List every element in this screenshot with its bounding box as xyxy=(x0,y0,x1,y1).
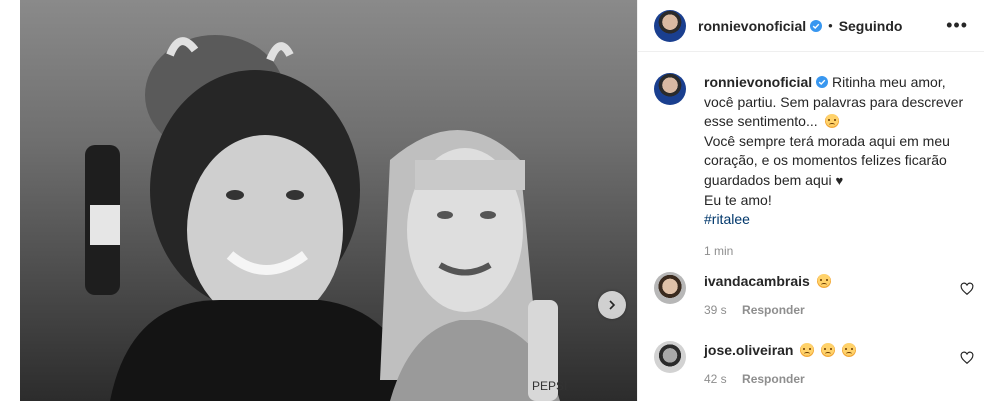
sad-face-icon xyxy=(800,343,815,357)
reply-button[interactable]: Responder xyxy=(742,303,805,317)
black-heart-icon: ♥ xyxy=(835,172,844,188)
post-caption: ronnievonoficial Ritinha meu amor, você … xyxy=(654,73,974,261)
commenter-avatar[interactable] xyxy=(654,341,686,373)
comment-username[interactable]: ivandacambrais xyxy=(704,273,810,289)
commenter-avatar[interactable] xyxy=(654,272,686,304)
comment-item: jose.oliveiran 42 s Responder xyxy=(654,341,974,386)
caption-avatar[interactable] xyxy=(654,73,686,105)
sad-face-icon xyxy=(821,343,836,357)
caption-timestamp: 1 min xyxy=(704,243,734,258)
like-heart-icon[interactable] xyxy=(960,351,974,365)
post-header: ronnievonoficial • Seguindo ••• xyxy=(638,0,984,52)
verified-badge-icon xyxy=(810,19,823,32)
caption-username[interactable]: ronnievonoficial xyxy=(704,74,812,90)
comment-time: 39 s xyxy=(704,303,727,317)
comment-item: ivandacambrais 39 s Responder xyxy=(654,272,974,317)
verified-badge-icon xyxy=(816,76,829,88)
reply-button[interactable]: Responder xyxy=(742,372,805,386)
caption-line-2: Você sempre terá morada aqui em meu cora… xyxy=(704,132,950,188)
comment-meta: 42 s Responder xyxy=(704,372,944,386)
comment-username[interactable]: jose.oliveiran xyxy=(704,342,793,358)
photo-illustration: PEPSI xyxy=(85,35,567,401)
like-heart-icon[interactable] xyxy=(960,282,974,296)
header-separator: • xyxy=(828,18,833,33)
svg-text:PEPSI: PEPSI xyxy=(532,379,567,393)
comment-text: jose.oliveiran xyxy=(704,341,944,359)
post-media: PEPSI xyxy=(0,0,637,401)
next-photo-button[interactable] xyxy=(598,291,626,319)
post-side-panel: ronnievonoficial • Seguindo ••• ronnievo… xyxy=(637,0,984,401)
following-button[interactable]: Seguindo xyxy=(839,18,903,34)
comment-text: ivandacambrais xyxy=(704,272,944,290)
comment-body: ivandacambrais 39 s Responder xyxy=(704,272,944,317)
sad-face-icon xyxy=(842,343,857,357)
hashtag-link[interactable]: #ritalee xyxy=(704,211,750,227)
chevron-right-icon xyxy=(609,300,616,310)
comment-time: 42 s xyxy=(704,372,727,386)
author-avatar[interactable] xyxy=(654,9,686,42)
comment-body: jose.oliveiran 42 s Responder xyxy=(704,341,944,386)
caption-line-3: Eu te amo! xyxy=(704,191,772,208)
more-options-icon[interactable]: ••• xyxy=(946,15,968,36)
sad-face-icon xyxy=(816,274,831,288)
caption-text: ronnievonoficial Ritinha meu amor, você … xyxy=(704,73,964,261)
post-photo: PEPSI xyxy=(20,0,637,401)
sad-face-icon xyxy=(824,114,839,129)
comment-meta: 39 s Responder xyxy=(704,303,944,317)
author-username[interactable]: ronnievonoficial xyxy=(698,18,806,34)
